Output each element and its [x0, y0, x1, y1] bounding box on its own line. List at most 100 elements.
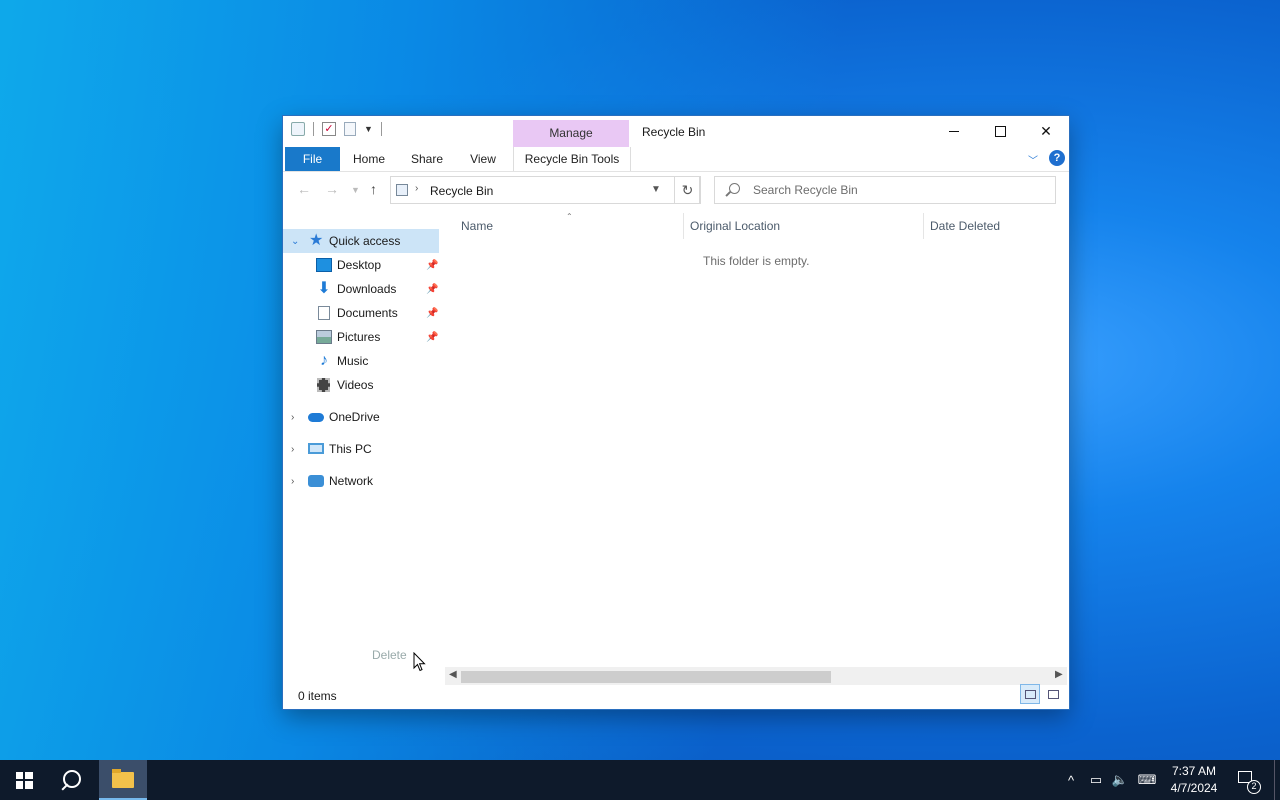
nav-desktop[interactable]: Desktop 📌 [283, 253, 441, 277]
tab-share[interactable]: Share [401, 147, 453, 171]
file-explorer-window: ✓ ▼ Manage Recycle Bin ✕ File Home Share… [283, 116, 1069, 709]
address-dropdown-icon[interactable]: ▼ [651, 184, 661, 195]
properties-icon[interactable]: ✓ [322, 122, 336, 136]
tab-recycle-bin-tools[interactable]: Recycle Bin Tools [513, 147, 631, 171]
nav-label: Downloads [337, 282, 397, 296]
nav-videos[interactable]: Videos [283, 373, 441, 397]
column-header-original-location[interactable]: Original Location [690, 211, 780, 241]
ribbon-tabs: File Home Share View Recycle Bin Tools ﹀… [283, 147, 1069, 172]
recycle-bin-icon[interactable] [291, 122, 305, 136]
pin-icon: 📌 [426, 283, 439, 295]
clock-time: 7:37 AM [1171, 764, 1217, 778]
recent-locations-chevron-icon[interactable]: ▼ [351, 185, 360, 195]
nav-downloads[interactable]: ⬇ Downloads 📌 [283, 277, 441, 301]
desktop-icon [316, 258, 332, 272]
network-icon [308, 475, 324, 487]
show-hidden-icons-chevron-icon[interactable]: ^ [1062, 760, 1080, 800]
address-bar[interactable]: › Recycle Bin ▼ [390, 176, 700, 204]
taskbar-clock[interactable]: 7:37 AM 4/7/2024 [1164, 763, 1224, 797]
back-arrow-icon[interactable]: ← [297, 181, 311, 197]
breadcrumb-chevron-icon[interactable]: › [415, 183, 418, 194]
manage-context-tab: Manage [513, 120, 629, 147]
search-input[interactable] [753, 182, 1043, 198]
touch-keyboard-icon[interactable]: ⌨ [1134, 760, 1160, 800]
toolbar-divider [313, 122, 314, 136]
tab-home[interactable]: Home [343, 147, 395, 171]
scrollbar-thumb[interactable] [461, 671, 831, 683]
horizontal-scrollbar[interactable]: ◀ ▶ [445, 667, 1067, 685]
music-icon: ♪ [320, 352, 328, 369]
title-bar: ✓ ▼ Manage Recycle Bin ✕ [283, 116, 1069, 147]
nav-music[interactable]: ♪ Music [283, 349, 441, 373]
taskbar-file-explorer[interactable] [99, 760, 147, 800]
expand-chevron-icon[interactable]: › [291, 476, 294, 487]
minimize-icon [949, 131, 959, 132]
drag-tooltip-delete: Delete [372, 648, 407, 662]
window-title: Recycle Bin [642, 125, 706, 139]
breadcrumb-recycle-bin[interactable]: Recycle Bin [430, 184, 493, 198]
tab-view[interactable]: View [458, 147, 508, 171]
pin-icon: 📌 [426, 259, 439, 271]
start-button[interactable] [0, 760, 48, 800]
column-header-name[interactable]: Name [461, 211, 493, 241]
nav-this-pc[interactable]: › This PC [283, 437, 441, 461]
details-view-button[interactable] [1020, 684, 1040, 704]
minimize-button[interactable] [931, 116, 977, 147]
collapse-chevron-icon[interactable]: ⌄ [291, 236, 299, 247]
volume-muted-icon[interactable]: 🔈 [1110, 760, 1130, 800]
videos-icon [317, 378, 330, 392]
refresh-button[interactable]: ↻ [674, 176, 701, 204]
nav-documents[interactable]: Documents 📌 [283, 301, 441, 325]
toolbar-divider [380, 122, 382, 136]
network-tray-icon[interactable]: ▭ [1086, 760, 1106, 800]
recycle-bin-icon [396, 184, 408, 196]
nav-label: Desktop [337, 258, 382, 272]
large-icons-view-button[interactable] [1043, 684, 1063, 704]
nav-label: Music [337, 354, 369, 368]
maximize-button[interactable] [977, 116, 1023, 147]
nav-label: Network [329, 474, 374, 488]
pin-icon: 📌 [426, 331, 439, 343]
downloads-icon: ⬇ [317, 280, 331, 297]
expand-chevron-icon[interactable]: › [291, 444, 294, 455]
onedrive-cloud-icon [308, 413, 324, 422]
star-icon: ★ [309, 232, 324, 249]
nav-label: Videos [337, 378, 374, 392]
column-header-date-deleted[interactable]: Date Deleted [930, 211, 1000, 241]
nav-pictures[interactable]: Pictures 📌 [283, 325, 441, 349]
folder-icon [112, 769, 134, 788]
show-desktop-button[interactable] [1274, 760, 1275, 800]
maximize-icon [994, 126, 1006, 137]
column-divider[interactable] [683, 213, 684, 239]
nav-label: Pictures [337, 330, 381, 344]
expand-ribbon-chevron-icon[interactable]: ﹀ [1028, 152, 1038, 167]
large-icons-view-icon [1048, 690, 1059, 699]
nav-label: OneDrive [329, 410, 380, 424]
scroll-right-arrow-icon[interactable]: ▶ [1055, 669, 1063, 680]
pin-icon: 📌 [426, 307, 439, 319]
expand-chevron-icon[interactable]: › [291, 412, 294, 423]
up-arrow-icon[interactable]: ↑ [370, 181, 377, 197]
column-divider[interactable] [923, 213, 924, 239]
nav-label: Quick access [329, 234, 401, 248]
tab-file[interactable]: File [285, 147, 340, 171]
nav-quick-access[interactable]: ⌄ ★ Quick access [283, 229, 439, 253]
status-bar-item-count: 0 items [298, 689, 337, 703]
pictures-icon [316, 330, 332, 344]
refresh-icon: ↻ [681, 182, 694, 198]
customize-toolbar-icon[interactable]: ▼ [364, 124, 373, 134]
taskbar-search-button[interactable] [50, 760, 94, 800]
close-button[interactable]: ✕ [1023, 116, 1069, 147]
action-center-button[interactable]: 2 [1234, 768, 1261, 794]
new-folder-icon[interactable] [344, 122, 356, 136]
help-icon[interactable]: ? [1049, 150, 1065, 166]
scroll-left-arrow-icon[interactable]: ◀ [449, 669, 457, 680]
nav-network[interactable]: › Network [283, 469, 441, 493]
forward-arrow-icon[interactable]: → [325, 181, 339, 197]
documents-icon [318, 306, 330, 320]
search-box[interactable] [714, 176, 1056, 204]
nav-onedrive[interactable]: › OneDrive [283, 405, 441, 429]
